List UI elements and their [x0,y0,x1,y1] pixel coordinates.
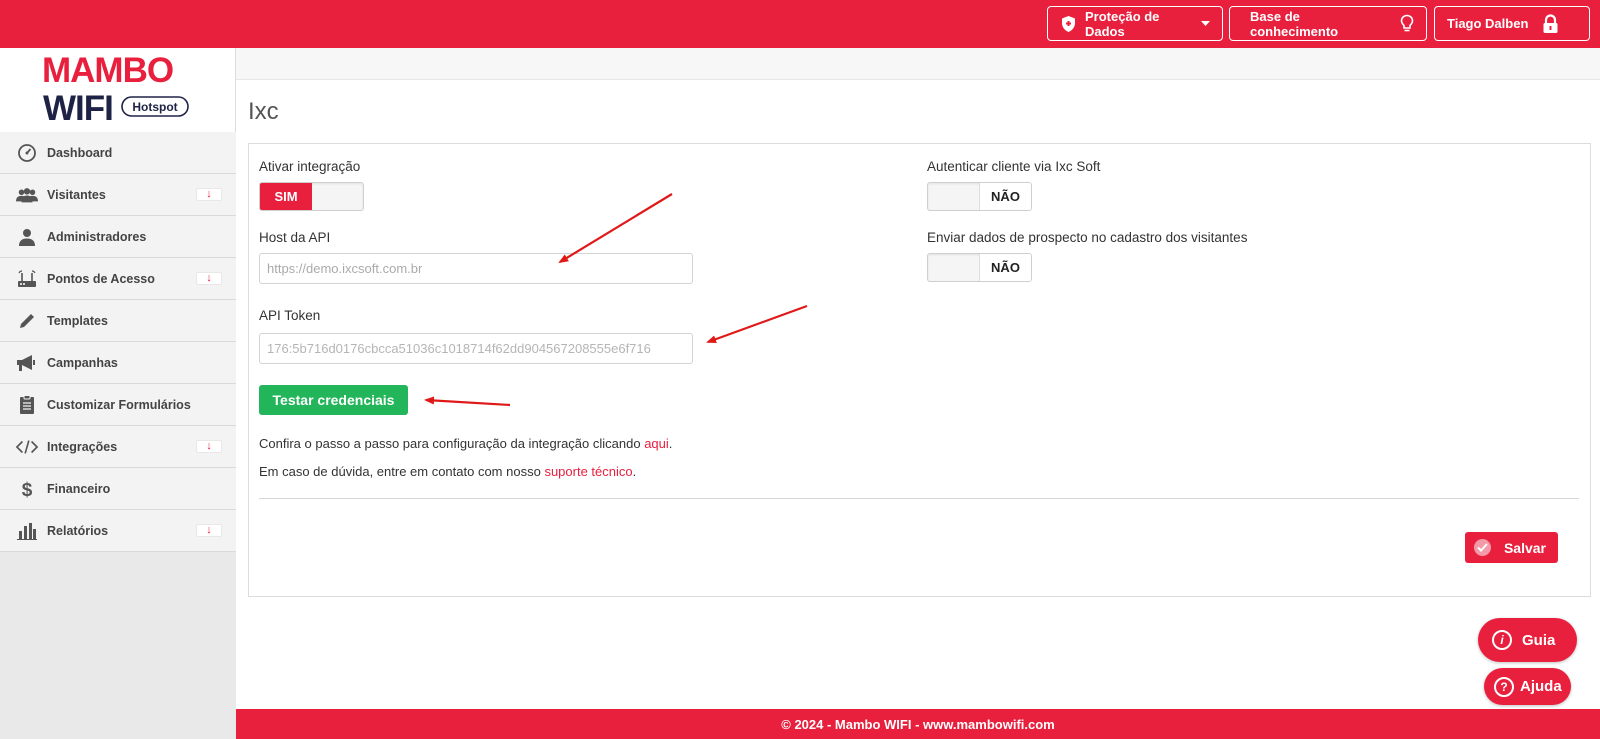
code-icon [16,436,38,458]
data-protection-label: Proteção de Dados [1085,8,1160,39]
sidebar-item-label: Visitantes [47,187,106,202]
sidebar-item-label: Templates [47,313,108,328]
expand-arrow-icon[interactable]: ↓ [196,272,222,285]
sidebar-item-label: Relatórios [47,523,109,538]
sidebar: MAMBO WIFI Hotspot Dashboard Visitantes … [0,48,236,739]
expand-arrow-icon[interactable]: ↓ [196,188,222,201]
svg-text:Hotspot: Hotspot [132,100,177,114]
sidebar-item-label: Financeiro [47,481,111,496]
support-link[interactable]: suporte técnico [544,464,632,479]
dashboard-gauge-icon [16,142,38,164]
svg-text:$: $ [22,480,33,499]
knowledge-base-button[interactable]: Base de conhecimento [1229,6,1427,41]
authenticate-client-label: Autenticar cliente via Ixc Soft [927,159,1101,174]
lightbulb-icon [1400,14,1414,33]
expand-arrow-icon[interactable]: ↓ [196,524,222,537]
shield-icon [1060,15,1077,33]
save-button[interactable]: Salvar [1465,532,1558,563]
sidebar-item-administradores[interactable]: Administradores [0,216,236,258]
sidebar-item-label: Pontos de Acesso [47,271,155,286]
enable-integration-toggle[interactable]: SIM [259,182,364,211]
user-menu-button[interactable]: Tiago Dalben [1434,6,1590,41]
data-protection-dropdown[interactable]: Proteção de Dados [1047,6,1223,41]
top-bar: Proteção de Dados Base de conhecimento T… [0,0,1600,48]
user-name: Tiago Dalben [1447,16,1529,31]
users-icon [16,184,38,206]
sidebar-item-campanhas[interactable]: Campanhas [0,342,236,384]
info-guide-text: Confira o passo a passo para configuraçã… [259,436,673,451]
test-credentials-button[interactable]: Testar credenciais [259,385,408,415]
help-floating-button[interactable]: ? Ajuda [1484,668,1571,705]
sidebar-item-visitantes[interactable]: Visitantes ↓ [0,174,236,216]
sidebar-item-dashboard[interactable]: Dashboard [0,132,236,174]
clipboard-icon [16,394,38,416]
integration-form-card [248,143,1591,597]
api-token-label: API Token [259,308,321,323]
api-token-input[interactable] [259,333,693,364]
sidebar-item-integracoes[interactable]: Integrações ↓ [0,426,236,468]
bar-chart-icon [16,520,38,542]
guide-floating-button[interactable]: i Guia [1478,618,1577,662]
sidebar-item-label: Integrações [47,439,118,454]
sidebar-item-pontos-de-acesso[interactable]: Pontos de Acesso ↓ [0,258,236,300]
svg-text:MAMBO: MAMBO [42,51,173,90]
sidebar-item-financeiro[interactable]: $ Financeiro [0,468,236,510]
mambo-wifi-logo[interactable]: MAMBO WIFI Hotspot [0,48,236,132]
footer-text: © 2024 - Mambo WIFI - www.mambowifi.com [781,716,1055,732]
check-circle-icon [1474,539,1491,556]
sidebar-item-label: Customizar Formulários [47,397,191,412]
megaphone-icon [16,352,38,374]
api-host-input[interactable] [259,253,693,284]
sidebar-item-label: Dashboard [47,145,113,160]
lock-icon [1542,13,1559,34]
sub-header-bar [236,48,1600,80]
enable-integration-label: Ativar integração [259,159,361,174]
question-icon: ? [1494,676,1514,697]
info-icon: i [1492,630,1512,650]
expand-arrow-icon[interactable]: ↓ [196,440,222,453]
router-icon [16,268,38,290]
caret-down-icon [1201,20,1210,27]
dollar-icon: $ [16,478,38,500]
sidebar-item-customizar-formularios[interactable]: Customizar Formulários [0,384,236,426]
knowledge-base-label: Base de conhecimento [1250,8,1339,39]
sidebar-item-relatorios[interactable]: Relatórios ↓ [0,510,236,552]
guide-label: Guia [1522,631,1556,649]
authenticate-client-toggle[interactable]: NÃO [927,182,1032,211]
page-title: Ixc [248,98,279,125]
toggle-off-label: NÃO [979,254,1031,281]
help-label: Ajuda [1520,678,1562,695]
info-support-text: Em caso de dúvida, entre em contato com … [259,464,637,479]
sidebar-menu: Dashboard Visitantes ↓ Administradores P… [0,132,236,552]
pencil-icon [16,310,38,332]
footer: © 2024 - Mambo WIFI - www.mambowifi.com [236,709,1600,739]
sidebar-item-label: Campanhas [47,355,118,370]
toggle-on-label: SIM [260,183,312,210]
send-prospect-toggle[interactable]: NÃO [927,253,1032,282]
sidebar-item-label: Administradores [47,229,147,244]
user-icon [16,226,38,248]
save-button-label: Salvar [1503,539,1546,556]
api-host-label: Host da API [259,230,331,245]
sidebar-item-templates[interactable]: Templates [0,300,236,342]
send-prospect-label: Enviar dados de prospecto no cadastro do… [927,230,1248,245]
toggle-off-label: NÃO [979,183,1031,210]
svg-text:WIFI: WIFI [43,89,113,128]
guide-link[interactable]: aqui [644,436,669,451]
form-divider [259,498,1579,499]
